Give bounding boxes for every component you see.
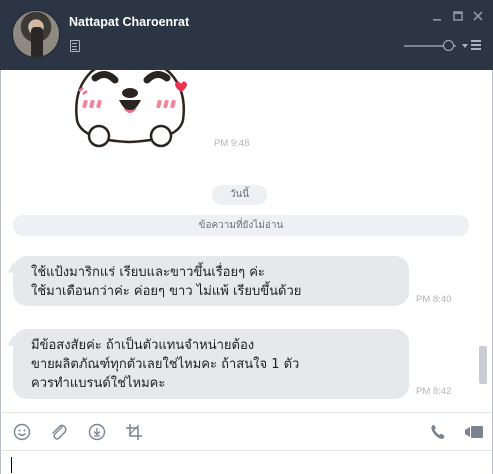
date-divider: วันนี้ bbox=[212, 185, 267, 205]
emoji-icon[interactable] bbox=[13, 423, 31, 441]
download-icon[interactable] bbox=[88, 423, 106, 441]
video-icon[interactable] bbox=[464, 423, 483, 441]
chat-area[interactable]: PM 9:48 วันนี้ ข้อความที่ยังไม่อ่าน ใช้แ… bbox=[0, 70, 493, 412]
chat-header: Nattapat Charoenrat bbox=[0, 0, 493, 70]
phone-icon[interactable] bbox=[429, 423, 447, 441]
message-line: ขายผลิตภัณฑ์ทุกตัวเลยใช่ไหมคะ ถ้าสนใจ 1 … bbox=[31, 357, 300, 372]
message-time: PM 8:42 bbox=[416, 386, 452, 397]
minimize-icon[interactable] bbox=[431, 10, 443, 22]
close-icon[interactable] bbox=[472, 10, 484, 22]
scrollbar[interactable] bbox=[479, 346, 487, 384]
message-bubble[interactable]: ใช้แป้งมาริกแร่ เรียบและขาวขึ้นเรื่อยๆ ค… bbox=[13, 256, 409, 306]
message-line: มีข้อสงสัยค่ะ ถ้าเป็นตัวแทนจำหน่ายต้อง bbox=[31, 338, 255, 353]
avatar-figure bbox=[31, 27, 43, 57]
volume-slider-knob[interactable] bbox=[443, 40, 454, 51]
text-caret bbox=[11, 457, 12, 473]
message-line: ใช้แป้งมาริกแร่ เรียบและขาวขึ้นเรื่อยๆ ค… bbox=[31, 265, 265, 280]
message-bubble[interactable]: มีข้อสงสัยค่ะ ถ้าเป็นตัวแทนจำหน่ายต้อง ข… bbox=[13, 329, 409, 399]
contact-name[interactable]: Nattapat Charoenrat bbox=[69, 15, 189, 29]
message-line: ควรทำแบรนด์ใช่ไหมคะ bbox=[31, 376, 166, 391]
menu-icon[interactable] bbox=[471, 39, 483, 51]
chevron-down-icon[interactable] bbox=[462, 44, 468, 48]
crop-icon[interactable] bbox=[125, 423, 143, 441]
memo-icon[interactable] bbox=[70, 40, 80, 52]
message-toolbar bbox=[0, 412, 493, 450]
unread-divider: ข้อความที่ยังไม่อ่าน bbox=[13, 215, 469, 236]
sticker-image bbox=[75, 70, 187, 148]
avatar[interactable] bbox=[12, 10, 60, 58]
message-line: ใช้มาเดือนกว่าค่ะ ค่อยๆ ขาว ไม่แพ้ เรียบ… bbox=[31, 284, 302, 299]
message-time: PM 9:48 bbox=[214, 138, 250, 149]
maximize-icon[interactable] bbox=[452, 10, 464, 22]
message-time: PM 8:40 bbox=[416, 294, 452, 305]
attach-icon[interactable] bbox=[50, 423, 68, 441]
message-input[interactable] bbox=[0, 450, 493, 474]
